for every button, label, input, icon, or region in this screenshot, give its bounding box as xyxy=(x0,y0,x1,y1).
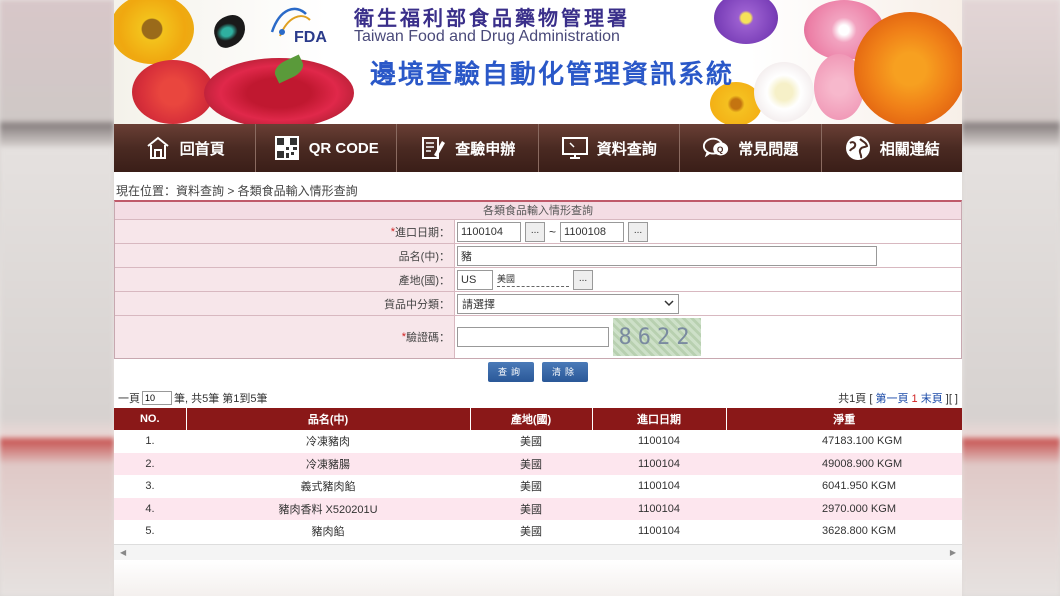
table-header-row: NO. 品名(中) 產地(國) 進口日期 淨重 xyxy=(114,408,962,430)
nav-faq-label: 常見問題 xyxy=(738,140,799,158)
svg-text:FDA: FDA xyxy=(294,29,327,44)
form-edit-icon xyxy=(419,134,447,162)
product-name-input[interactable] xyxy=(457,245,877,266)
nav-qrcode-label: QR CODE xyxy=(308,139,379,157)
monitor-icon xyxy=(561,134,589,162)
category-row: 貨品中分類： 請選擇 xyxy=(115,292,961,316)
nav-query-label: 資料查詢 xyxy=(596,140,657,158)
origin-label: 產地(國)： xyxy=(115,268,455,291)
flower-decoration xyxy=(132,60,214,124)
system-title: 邊境查驗自動化管理資訊系統 xyxy=(370,59,735,89)
origin-country-name: 美國 xyxy=(497,272,569,287)
scroll-right-icon[interactable]: ▶ xyxy=(950,548,956,557)
nav-links-label: 相關連結 xyxy=(879,140,940,158)
header-banner: FDA 衛生福利部食品藥物管理署 Taiwan Food and Drug Ad… xyxy=(114,0,962,124)
nav-home-label: 回首頁 xyxy=(179,140,225,158)
chevron-down-icon xyxy=(664,298,674,310)
product-name-row: 品名(中)： xyxy=(115,244,961,268)
flower-decoration xyxy=(114,0,194,64)
col-no: NO. xyxy=(114,408,187,430)
col-product-name: 品名(中) xyxy=(186,408,471,430)
scroll-left-icon[interactable]: ◀ xyxy=(120,548,126,557)
table-row: 5. 豬肉餡 美國 1100104 3628.800 KGM xyxy=(114,520,962,543)
flower-decoration xyxy=(714,0,778,44)
clear-button[interactable]: 清除 xyxy=(542,362,588,382)
paging-left: 一頁 筆, 共5筆 第1到5筆 xyxy=(118,390,268,406)
nav-faq[interactable]: Q 常見問題 xyxy=(680,124,822,172)
breadcrumb: 現在位置：資料查詢 > 各類食品輸入情形查詢 xyxy=(116,184,358,198)
fda-logo: FDA xyxy=(270,7,327,44)
results-table: NO. 品名(中) 產地(國) 進口日期 淨重 1. 冷凍豬肉 美國 11001… xyxy=(114,408,962,543)
col-net-weight: 淨重 xyxy=(726,408,962,430)
captcha-image: 8622 xyxy=(613,318,701,356)
date-to-picker-button[interactable]: ... xyxy=(628,221,649,242)
current-page: 1 xyxy=(911,393,918,405)
category-selected-value: 請選擇 xyxy=(462,298,495,311)
date-from-picker-button[interactable]: ... xyxy=(525,221,545,242)
import-date-label: * 進口日期： xyxy=(115,220,455,243)
photo-background-right xyxy=(962,0,1060,596)
nav-links[interactable]: 相關連結 xyxy=(822,124,963,172)
first-page-link[interactable]: 第一頁 xyxy=(875,393,908,405)
search-form: 各類食品輸入情形查詢 * 進口日期： ... ~ ... 品名(中)： 產地(國… xyxy=(114,200,962,359)
nav-home[interactable]: 回首頁 xyxy=(114,124,256,172)
table-row: 4. 豬肉香料 X520201U 美國 1100104 2970.000 KGM xyxy=(114,497,962,520)
origin-picker-button[interactable]: ... xyxy=(573,269,593,290)
svg-text:Q: Q xyxy=(717,145,724,155)
nav-apply[interactable]: 查驗申辦 xyxy=(397,124,539,172)
last-page-link[interactable]: 末頁 xyxy=(921,393,943,405)
table-row: 2. 冷凍豬腸 美國 1100104 49008.900 KGM xyxy=(114,452,962,475)
flower-decoration xyxy=(754,62,814,122)
per-page-input[interactable] xyxy=(142,391,172,405)
nav-apply-label: 查驗申辦 xyxy=(455,140,516,158)
col-import-date: 進口日期 xyxy=(592,408,727,430)
qrcode-icon xyxy=(273,134,301,162)
import-date-to-input[interactable] xyxy=(560,221,625,242)
nav-qrcode[interactable]: QR CODE xyxy=(256,124,397,172)
captcha-row: * 驗證碼： 8622 xyxy=(115,316,961,358)
search-button[interactable]: 查詢 xyxy=(488,362,534,382)
col-origin: 產地(國) xyxy=(470,408,593,430)
agency-name-cn: 衛生福利部食品藥物管理署 xyxy=(354,6,630,30)
page: FDA 衛生福利部食品藥物管理署 Taiwan Food and Drug Ad… xyxy=(114,0,962,596)
import-date-from-input[interactable] xyxy=(457,221,521,242)
date-range-separator: ~ xyxy=(549,224,557,239)
captcha-input[interactable] xyxy=(457,327,609,347)
origin-row: 產地(國)： 美國 ... xyxy=(115,268,961,292)
origin-code-input[interactable] xyxy=(457,269,493,290)
main-nav: 回首頁 QR CODE 查驗申辦 資料查詢 Q 常見問題 相關連結 xyxy=(114,124,962,172)
agency-name-en: Taiwan Food and Drug Administration xyxy=(354,28,620,45)
result-summary: 筆, 共5筆 第1到5筆 xyxy=(174,393,268,405)
horizontal-scrollbar[interactable]: ◀ ▶ xyxy=(114,544,962,560)
captcha-label: * 驗證碼： xyxy=(115,316,455,358)
form-title: 各類食品輸入情形查詢 xyxy=(115,202,961,220)
photo-background-left xyxy=(0,0,114,596)
globe-icon xyxy=(844,134,872,162)
table-row: 3. 義式豬肉餡 美國 1100104 6041.950 KGM xyxy=(114,475,962,498)
category-select[interactable]: 請選擇 xyxy=(457,293,679,314)
home-icon xyxy=(144,134,172,162)
butterfly-decoration xyxy=(209,11,251,51)
flower-decoration xyxy=(854,12,962,124)
table-row: 1. 冷凍豬肉 美國 1100104 47183.100 KGM xyxy=(114,430,962,453)
paging-right: 共1頁 [ 第一頁 1 末頁 ][ ] xyxy=(838,393,958,405)
import-date-row: * 進口日期： ... ~ ... xyxy=(115,220,961,244)
product-name-label: 品名(中)： xyxy=(115,244,455,267)
faq-icon: Q xyxy=(702,134,730,162)
page-footer-area xyxy=(114,560,962,596)
form-actions: 查詢 清除 xyxy=(488,362,588,382)
nav-query[interactable]: 資料查詢 xyxy=(539,124,680,172)
category-label: 貨品中分類： xyxy=(115,292,455,315)
